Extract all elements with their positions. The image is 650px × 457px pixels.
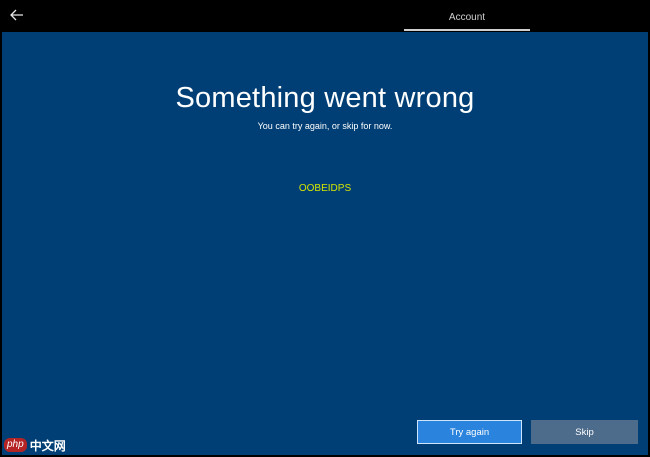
watermark-text: 中文网	[29, 438, 66, 453]
tab-account-label: Account	[448, 11, 486, 23]
page-title: Something went wrong	[175, 82, 475, 114]
tab-active-indicator	[404, 29, 530, 31]
watermark-badge: php	[4, 438, 27, 452]
try-again-label: Try again	[449, 426, 490, 438]
oobe-window: Account Something went wrong You can try…	[0, 0, 650, 457]
top-bar: Account	[2, 2, 648, 32]
back-arrow-icon[interactable]	[8, 6, 26, 24]
tab-account[interactable]: Account	[404, 2, 530, 32]
page-subtitle: You can try again, or skip for now.	[257, 121, 393, 131]
try-again-button[interactable]: Try again	[417, 420, 522, 444]
watermark-logo: php 中文网	[4, 437, 66, 453]
skip-button[interactable]: Skip	[531, 420, 638, 444]
back-arrow-glyph	[10, 9, 23, 21]
error-code: OOBEIDPS	[298, 183, 352, 194]
skip-label: Skip	[575, 426, 594, 438]
